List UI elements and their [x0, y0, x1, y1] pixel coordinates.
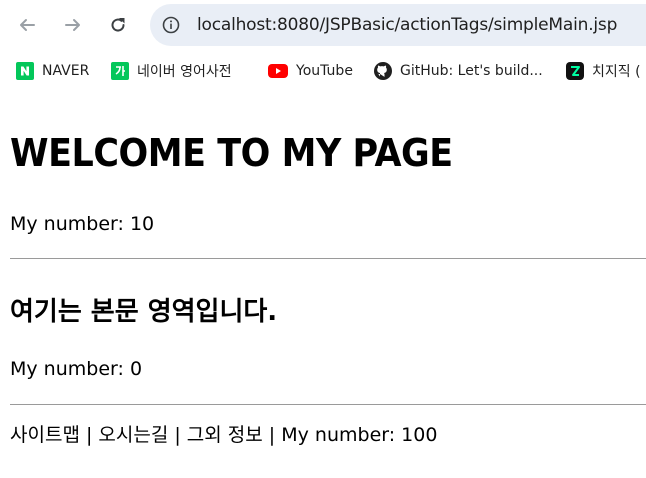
chzzk-icon [566, 62, 584, 80]
address-bar[interactable]: localhost:8080/JSPBasic/actionTags/simpl… [150, 4, 646, 46]
page-title: WELCOME TO MY PAGE [10, 131, 453, 175]
reload-icon [111, 18, 125, 32]
bookmark-chzzk[interactable]: 치지직 ( [566, 60, 641, 82]
browser-toolbar: localhost:8080/JSPBasic/actionTags/simpl… [0, 0, 646, 51]
bookmark-label: NAVER [42, 63, 90, 79]
bookmark-youtube[interactable]: YouTube [268, 60, 353, 82]
site-info-icon[interactable] [162, 16, 180, 34]
naver-dictionary-icon [111, 62, 129, 80]
footer-text: 사이트맵 | 오시는길 | 그외 정보 | My number: 100 [10, 424, 438, 446]
bookmark-label: 네이버 영어사전 [137, 64, 232, 80]
header-divider [10, 258, 646, 259]
bookmark-label: 치지직 ( [592, 64, 641, 80]
bookmarks-bar: NAVER 네이버 영어사전 YouTube GitHub: Let's bui… [0, 51, 646, 91]
bookmark-label: YouTube [296, 63, 353, 79]
bookmark-naver[interactable]: NAVER [16, 60, 89, 82]
bookmark-naver-dictionary[interactable]: 네이버 영어사전 [111, 60, 232, 82]
forward-button[interactable] [58, 10, 88, 40]
back-arrow-icon [20, 19, 35, 31]
header-number: My number: 10 [10, 213, 155, 235]
github-icon [374, 62, 392, 80]
bookmark-label: GitHub: Let's build... [400, 63, 543, 79]
naver-icon [16, 62, 34, 80]
reload-button[interactable] [103, 10, 133, 40]
footer-divider [10, 404, 646, 405]
bookmark-github[interactable]: GitHub: Let's build... [374, 60, 543, 82]
youtube-icon [268, 62, 288, 80]
body-title: 여기는 본문 영역입니다. [10, 297, 278, 327]
back-button[interactable] [12, 10, 42, 40]
body-number: My number: 0 [10, 358, 143, 380]
url-text[interactable]: localhost:8080/JSPBasic/actionTags/simpl… [197, 15, 617, 35]
forward-arrow-icon [65, 19, 80, 31]
